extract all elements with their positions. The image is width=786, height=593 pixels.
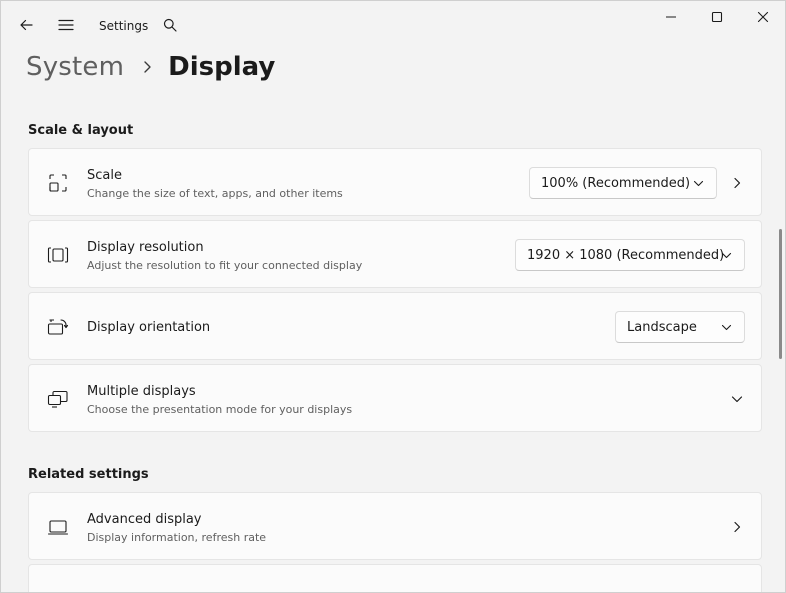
scale-description: Change the size of text, apps, and other… bbox=[87, 187, 343, 200]
back-arrow-icon bbox=[20, 19, 33, 31]
chevron-down-icon bbox=[721, 252, 732, 259]
app-title: Settings bbox=[99, 19, 149, 33]
display-orientation-card: Display orientation Landscape bbox=[28, 292, 762, 360]
advanced-display-title: Advanced display bbox=[87, 512, 202, 527]
multiple-displays-icon bbox=[47, 388, 69, 410]
settings-window: Settings System Display Scale & layout S… bbox=[0, 0, 786, 593]
breadcrumb: System Display bbox=[26, 47, 275, 87]
scale-dropdown[interactable]: 100% (Recommended) bbox=[529, 167, 717, 199]
close-button[interactable] bbox=[740, 1, 785, 33]
multiple-displays-title: Multiple displays bbox=[87, 384, 196, 399]
advanced-display-description: Display information, refresh rate bbox=[87, 531, 267, 544]
section-title-related-settings: Related settings bbox=[28, 467, 149, 482]
display-orientation-title: Display orientation bbox=[87, 320, 211, 335]
partial-card[interactable] bbox=[28, 564, 762, 592]
resolution-icon bbox=[47, 244, 69, 266]
section-title-scale-layout: Scale & layout bbox=[28, 123, 134, 138]
display-resolution-title: Display resolution bbox=[87, 240, 204, 255]
hamburger-menu-icon bbox=[58, 19, 74, 31]
display-resolution-description: Adjust the resolution to fit your connec… bbox=[87, 259, 363, 272]
chevron-down-icon bbox=[721, 324, 732, 331]
minimize-button[interactable] bbox=[648, 1, 694, 33]
back-button[interactable] bbox=[12, 11, 40, 39]
title-bar: Settings bbox=[1, 1, 785, 49]
orientation-icon bbox=[47, 316, 69, 338]
display-orientation-dropdown[interactable]: Landscape bbox=[615, 311, 745, 343]
scale-icon bbox=[47, 172, 69, 194]
chevron-down-icon[interactable] bbox=[731, 393, 743, 405]
chevron-right-icon bbox=[142, 60, 152, 74]
menu-button[interactable] bbox=[52, 11, 80, 39]
chevron-right-icon[interactable] bbox=[731, 521, 743, 533]
display-orientation-dropdown-value: Landscape bbox=[627, 319, 697, 335]
scale-card[interactable]: Scale Change the size of text, apps, and… bbox=[28, 148, 762, 216]
maximize-button[interactable] bbox=[694, 1, 740, 33]
search-button[interactable] bbox=[156, 11, 184, 39]
advanced-display-card[interactable]: Advanced display Display information, re… bbox=[28, 492, 762, 560]
close-icon bbox=[757, 11, 769, 23]
search-icon bbox=[163, 18, 177, 32]
maximize-icon bbox=[711, 11, 723, 23]
multiple-displays-description: Choose the presentation mode for your di… bbox=[87, 403, 353, 416]
advanced-display-icon bbox=[47, 516, 69, 538]
breadcrumb-parent[interactable]: System bbox=[26, 52, 124, 82]
chevron-down-icon bbox=[693, 180, 704, 187]
display-resolution-dropdown[interactable]: 1920 × 1080 (Recommended) bbox=[515, 239, 745, 271]
scale-title: Scale bbox=[87, 168, 122, 183]
scrollbar-thumb[interactable] bbox=[779, 229, 782, 359]
minimize-icon bbox=[666, 16, 676, 18]
chevron-right-icon[interactable] bbox=[731, 177, 743, 189]
page-title: Display bbox=[168, 52, 276, 82]
display-resolution-card: Display resolution Adjust the resolution… bbox=[28, 220, 762, 288]
display-resolution-dropdown-value: 1920 × 1080 (Recommended) bbox=[527, 247, 725, 263]
scale-dropdown-value: 100% (Recommended) bbox=[541, 175, 691, 191]
multiple-displays-card[interactable]: Multiple displays Choose the presentatio… bbox=[28, 364, 762, 432]
